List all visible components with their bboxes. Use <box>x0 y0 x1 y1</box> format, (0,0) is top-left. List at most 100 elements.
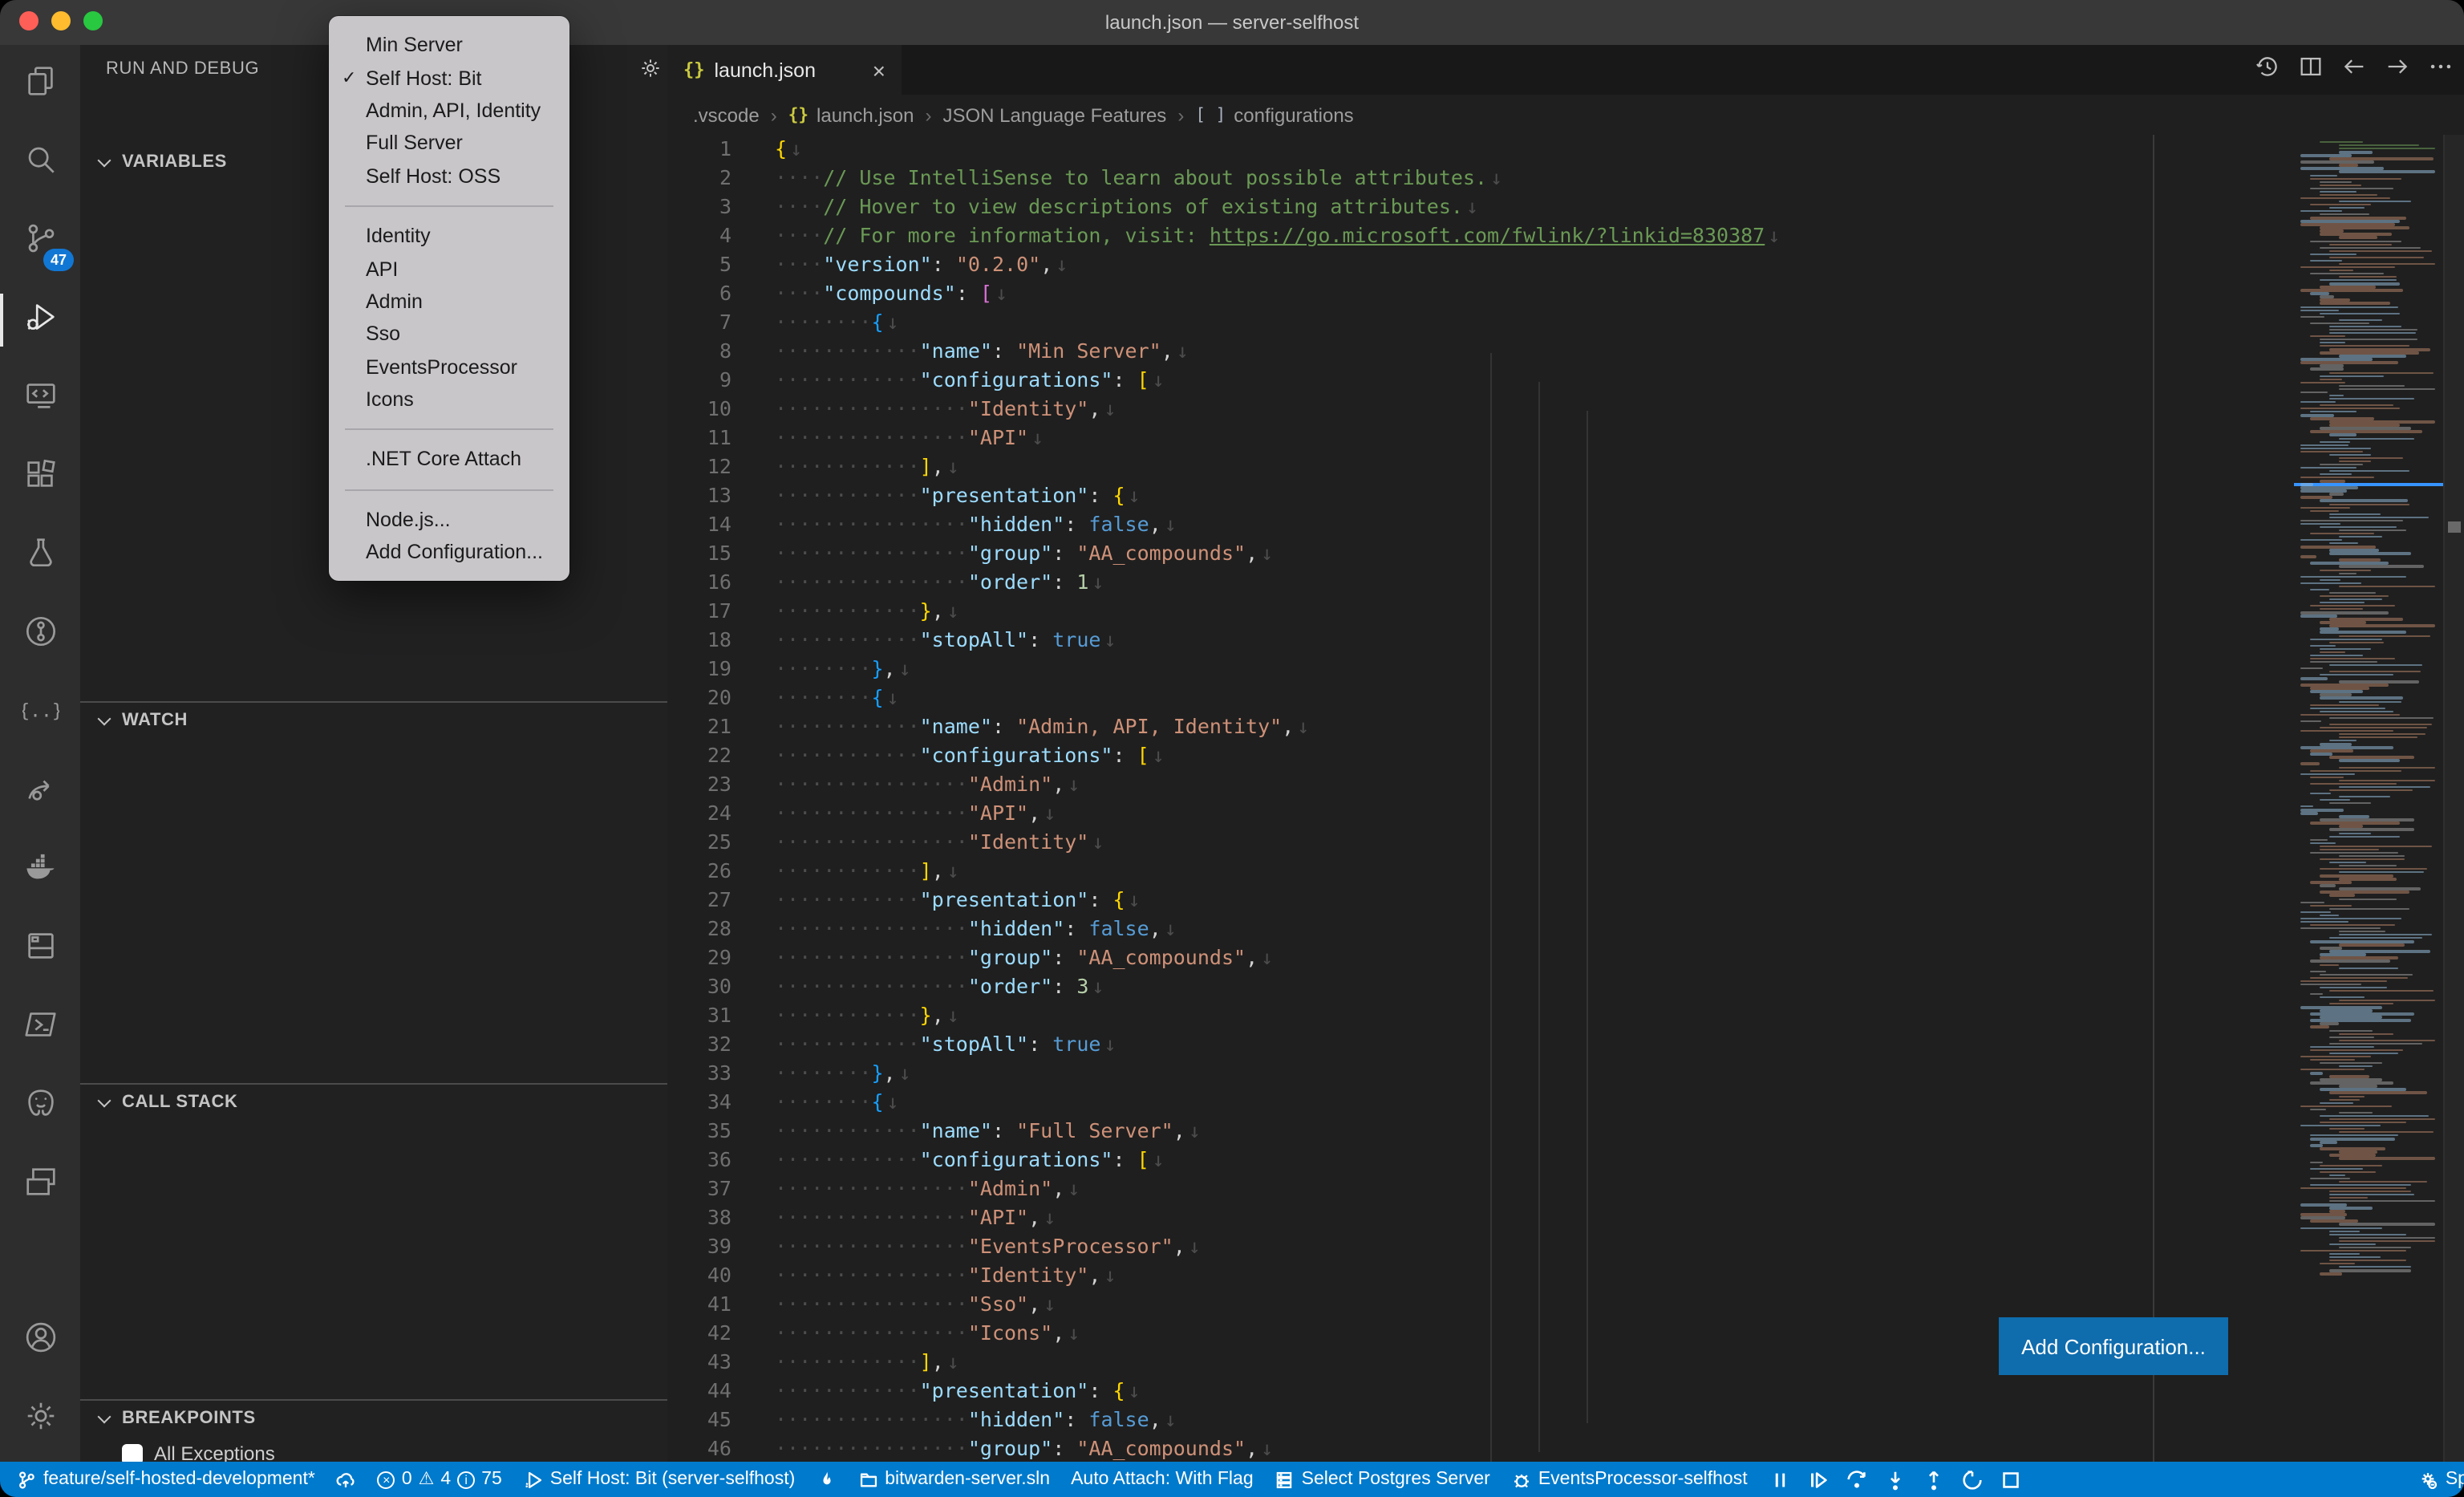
menu-item-eventsprocessor[interactable]: EventsProcessor <box>329 351 569 383</box>
code-line-39[interactable]: 39················"EventsProcessor",↓ <box>667 1232 2272 1261</box>
code-line-8[interactable]: 8············"name": "Min Server",↓ <box>667 337 2272 366</box>
line-number[interactable]: 43 <box>667 1348 732 1377</box>
debug-restart-button[interactable] <box>1961 1467 1985 1491</box>
line-number[interactable]: 20 <box>667 684 732 712</box>
code-line-16[interactable]: 16················"order": 1↓ <box>667 568 2272 597</box>
line-number[interactable]: 41 <box>667 1290 732 1319</box>
tab-launch-json[interactable]: {} launch.json × <box>667 45 902 95</box>
line-number[interactable]: 22 <box>667 741 732 770</box>
menu-item-identity[interactable]: Identity <box>329 220 569 253</box>
breakpoints-section-header[interactable]: BREAKPOINTS <box>80 1401 667 1436</box>
status-postgres[interactable]: Select Postgres Server <box>1275 1469 1490 1490</box>
activity-bar-item-postgresql[interactable] <box>0 1067 80 1146</box>
code-line-2[interactable]: 2····// Use IntelliSense to learn about … <box>667 164 2272 193</box>
code-line-31[interactable]: 31············},↓ <box>667 1001 2272 1030</box>
menu-item-api[interactable]: API <box>329 253 569 286</box>
status-publish[interactable] <box>336 1469 357 1490</box>
breadcrumb-item[interactable]: JSON Language Features <box>942 103 1166 126</box>
line-number[interactable]: 25 <box>667 828 732 857</box>
code-line-22[interactable]: 22············"configurations": [↓ <box>667 741 2272 770</box>
code-line-21[interactable]: 21············"name": "Admin, API, Ident… <box>667 712 2272 741</box>
code-line-1[interactable]: 1{↓ <box>667 135 2272 164</box>
activity-bar-item-remote-explorer[interactable] <box>0 359 80 438</box>
code-line-30[interactable]: 30················"order": 3↓ <box>667 972 2272 1001</box>
menu-item-net-core-attach[interactable]: .NET Core Attach <box>329 444 569 477</box>
activity-bar-item-run-and-debug[interactable] <box>0 281 80 359</box>
activity-bar-item-database[interactable] <box>0 910 80 988</box>
line-number[interactable]: 28 <box>667 915 732 943</box>
activity-bar-item-live-share[interactable]: {..} <box>0 674 80 753</box>
debug-step-into-button[interactable] <box>1884 1467 1908 1491</box>
close-window-button[interactable] <box>19 11 38 30</box>
line-number[interactable]: 40 <box>667 1261 732 1290</box>
code-line-29[interactable]: 29················"group": "AA_compounds… <box>667 943 2272 972</box>
menu-item-min-server[interactable]: Min Server <box>329 29 569 62</box>
code-line-6[interactable]: 6····"compounds": [↓ <box>667 279 2272 308</box>
code-line-46[interactable]: 46················"group": "AA_compounds… <box>667 1434 2272 1462</box>
debug-configure-gear-icon[interactable] <box>638 56 663 88</box>
activity-bar-item-testing[interactable] <box>0 517 80 595</box>
more-actions-icon[interactable] <box>2427 52 2454 87</box>
line-number[interactable]: 21 <box>667 712 732 741</box>
breadcrumb-item[interactable]: .vscode <box>693 103 760 126</box>
scrollbar-slider[interactable] <box>2448 521 2461 533</box>
line-number[interactable]: 27 <box>667 886 732 915</box>
menu-item-add-configuration[interactable]: Add Configuration... <box>329 536 569 569</box>
debug-step-out-button[interactable] <box>1923 1467 1947 1491</box>
zoom-window-button[interactable] <box>83 11 103 30</box>
line-number[interactable]: 34 <box>667 1088 732 1117</box>
line-number[interactable]: 4 <box>667 221 732 250</box>
debug-step-over-button[interactable] <box>1846 1467 1870 1491</box>
line-number[interactable]: 45 <box>667 1406 732 1434</box>
code-line-35[interactable]: 35············"name": "Full Server",↓ <box>667 1117 2272 1146</box>
menu-item-admin-api-identity[interactable]: Admin, API, Identity <box>329 95 569 128</box>
line-number[interactable]: 29 <box>667 943 732 972</box>
status-events-processor[interactable]: EventsProcessor-selfhost <box>1511 1469 1748 1490</box>
code-line-19[interactable]: 19········},↓ <box>667 655 2272 684</box>
navigate-back-icon[interactable] <box>2340 52 2368 87</box>
code-line-34[interactable]: 34········{↓ <box>667 1088 2272 1117</box>
line-number[interactable]: 8 <box>667 337 732 366</box>
debug-stop-button[interactable] <box>2000 1467 2024 1491</box>
code-line-38[interactable]: 38················"API",↓ <box>667 1203 2272 1232</box>
activity-bar-item-share[interactable] <box>0 753 80 831</box>
activity-bar-item-extensions[interactable] <box>0 438 80 517</box>
menu-item-full-server[interactable]: Full Server <box>329 127 569 160</box>
breadcrumb-item[interactable]: [ ]configurations <box>1195 103 1353 126</box>
activity-bar-item-source-control[interactable]: 47 <box>0 202 80 281</box>
tab-close-icon[interactable]: × <box>873 59 886 81</box>
line-number[interactable]: 5 <box>667 250 732 279</box>
line-number[interactable]: 26 <box>667 857 732 886</box>
code-line-32[interactable]: 32············"stopAll": true↓ <box>667 1030 2272 1059</box>
menu-item-self-host-oss[interactable]: Self Host: OSS <box>329 160 569 193</box>
code-line-33[interactable]: 33········},↓ <box>667 1059 2272 1088</box>
line-number[interactable]: 19 <box>667 655 732 684</box>
call-stack-section-header[interactable]: CALL STACK <box>80 1085 667 1120</box>
line-number[interactable]: 3 <box>667 193 732 221</box>
line-number[interactable]: 17 <box>667 597 732 626</box>
line-number[interactable]: 42 <box>667 1319 732 1348</box>
code-line-11[interactable]: 11················"API"↓ <box>667 424 2272 452</box>
line-number[interactable]: 46 <box>667 1434 732 1462</box>
code-line-12[interactable]: 12············],↓ <box>667 452 2272 481</box>
code-line-3[interactable]: 3····// Hover to view descriptions of ex… <box>667 193 2272 221</box>
activity-bar-item-settings-gear[interactable] <box>0 1380 80 1458</box>
line-number[interactable]: 36 <box>667 1146 732 1174</box>
line-number[interactable]: 35 <box>667 1117 732 1146</box>
code-line-17[interactable]: 17············},↓ <box>667 597 2272 626</box>
code-line-24[interactable]: 24················"API",↓ <box>667 799 2272 828</box>
menu-item-sso[interactable]: Sso <box>329 318 569 351</box>
activity-bar-item-account[interactable] <box>0 1301 80 1380</box>
line-number[interactable]: 12 <box>667 452 732 481</box>
status-hot-reload[interactable] <box>816 1469 837 1490</box>
code-line-23[interactable]: 23················"Admin",↓ <box>667 770 2272 799</box>
code-line-9[interactable]: 9············"configurations": [↓ <box>667 366 2272 395</box>
code-line-36[interactable]: 36············"configurations": [↓ <box>667 1146 2272 1174</box>
debug-pause-button[interactable] <box>1769 1467 1793 1491</box>
line-number[interactable]: 38 <box>667 1203 732 1232</box>
code-line-37[interactable]: 37················"Admin",↓ <box>667 1174 2272 1203</box>
code-line-13[interactable]: 13············"presentation": {↓ <box>667 481 2272 510</box>
status-problems[interactable]: ×0⚠4i75 <box>378 1470 502 1489</box>
code-line-10[interactable]: 10················"Identity",↓ <box>667 395 2272 424</box>
status-branch[interactable]: feature/self-hosted-development* <box>16 1469 315 1490</box>
